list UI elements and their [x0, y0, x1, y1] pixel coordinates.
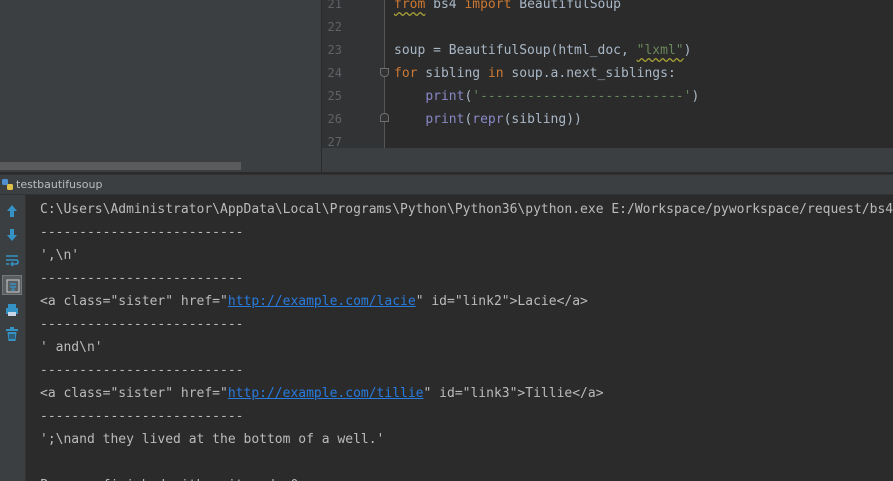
- console-text: --------------------------: [40, 409, 244, 424]
- line-number: 24: [327, 66, 342, 80]
- trash-icon: [6, 327, 18, 341]
- line-number: 25: [327, 89, 342, 103]
- up-arrow-icon: [7, 205, 17, 217]
- fold-marker-icon[interactable]: [380, 113, 389, 122]
- code-token: ): [683, 43, 692, 58]
- console-line: --------------------------: [40, 221, 244, 244]
- code-text: print(repr(sibling)): [394, 108, 582, 131]
- console-line: --------------------------: [40, 267, 244, 290]
- soft-wrap-icon: [6, 255, 19, 267]
- fold-marker-icon[interactable]: [380, 68, 389, 77]
- project-pane: [0, 0, 321, 172]
- console-text: --------------------------: [40, 271, 244, 286]
- line-number: 22: [327, 20, 342, 34]
- console-text: --------------------------: [40, 363, 244, 378]
- print-button[interactable]: [2, 300, 22, 320]
- console-text: " id="link3">Tillie</a>: [423, 386, 604, 401]
- soft-wrap-button[interactable]: [2, 250, 22, 270]
- code-token: bs4: [425, 0, 465, 12]
- code-text: print('--------------------------'): [394, 85, 699, 108]
- code-token: "lxml": [636, 43, 684, 58]
- code-editor[interactable]: 21 from bs4 import BeautifulSoup 22 23 soup …: [322, 0, 893, 172]
- editor-bottom-bar: [322, 148, 893, 172]
- console-text: --------------------------: [40, 225, 244, 240]
- console-line: --------------------------: [40, 359, 244, 382]
- console-text: ',\n': [40, 248, 80, 263]
- run-tool-window-header: testbautifusoup: [0, 174, 893, 195]
- console-line: --------------------------: [40, 405, 244, 428]
- code-text: for sibling in soup.a.next_siblings:: [394, 62, 676, 85]
- top-area: 21 from bs4 import BeautifulSoup 22 23 soup …: [0, 0, 893, 172]
- ide-window: 21 from bs4 import BeautifulSoup 22 23 soup …: [0, 0, 893, 481]
- console-text: ' and\n': [40, 340, 103, 355]
- horizontal-scrollbar[interactable]: [0, 162, 241, 170]
- console-text: <a class="sister" href=": [40, 294, 228, 309]
- run-console-output[interactable]: C:\Users\Administrator\AppData\Local\Pro…: [26, 195, 893, 481]
- console-line: ',\n': [40, 244, 79, 267]
- code-token: import: [464, 0, 512, 12]
- console-text: " id="link2">Lacie</a>: [415, 294, 588, 309]
- down-arrow-button[interactable]: [2, 225, 22, 245]
- code-token: in: [487, 66, 504, 81]
- run-toolbar: [0, 195, 26, 481]
- console-line: ' and\n': [40, 336, 103, 359]
- code-line: 23 soup = BeautifulSoup(html_doc, "lxml"): [322, 39, 893, 62]
- code-token: sibling: [417, 66, 488, 81]
- console-text: C:\Users\Administrator\AppData\Local\Pro…: [40, 202, 893, 217]
- code-token: print: [425, 89, 465, 104]
- code-token: (sibling)): [503, 112, 582, 127]
- line-number: 21: [327, 0, 342, 11]
- code-line: 25 print('--------------------------'): [322, 85, 893, 108]
- code-token: from: [394, 0, 426, 12]
- scroll-to-end-icon: [6, 279, 20, 293]
- line-number: 23: [327, 43, 342, 57]
- python-run-config-icon: [2, 179, 13, 190]
- code-token: soup = BeautifulSoup(html_doc,: [394, 43, 637, 58]
- code-token: print: [425, 112, 465, 127]
- print-icon: [6, 304, 18, 316]
- console-line: <a class="sister" href="http://example.c…: [40, 382, 604, 405]
- code-line: 22: [322, 16, 893, 39]
- console-line: Process finished with exit code 0: [40, 474, 298, 481]
- up-arrow-button[interactable]: [2, 201, 22, 221]
- code-token: BeautifulSoup: [511, 0, 621, 12]
- console-line: ';\nand they lived at the bottom of a we…: [40, 428, 384, 451]
- code-token: repr: [472, 112, 504, 127]
- clear-all-button[interactable]: [2, 324, 22, 344]
- console-link[interactable]: http://example.com/lacie: [228, 294, 416, 309]
- code-token: ): [691, 89, 700, 104]
- run-config-title[interactable]: testbautifusoup: [16, 175, 102, 194]
- console-text: --------------------------: [40, 317, 244, 332]
- line-number: 26: [327, 112, 342, 126]
- code-text: from bs4 import BeautifulSoup: [394, 0, 621, 16]
- code-token: for: [394, 66, 418, 81]
- code-line: 21 from bs4 import BeautifulSoup: [322, 0, 893, 16]
- down-arrow-icon: [7, 229, 17, 241]
- console-text: ';\nand they lived at the bottom of a we…: [40, 432, 385, 447]
- code-line: 24 for sibling in soup.a.next_siblings:: [322, 62, 893, 85]
- code-line: 26 print(repr(sibling)): [322, 108, 893, 131]
- code-token: soup.a.next_siblings:: [503, 66, 676, 81]
- code-token: '--------------------------': [472, 89, 692, 104]
- scroll-to-end-button[interactable]: [2, 275, 22, 295]
- console-line: --------------------------: [40, 313, 244, 336]
- console-text: <a class="sister" href=": [40, 386, 228, 401]
- console-line: C:\Users\Administrator\AppData\Local\Pro…: [40, 198, 893, 221]
- code-text: soup = BeautifulSoup(html_doc, "lxml"): [394, 39, 691, 62]
- console-line: <a class="sister" href="http://example.c…: [40, 290, 588, 313]
- console-link[interactable]: http://example.com/tillie: [228, 386, 424, 401]
